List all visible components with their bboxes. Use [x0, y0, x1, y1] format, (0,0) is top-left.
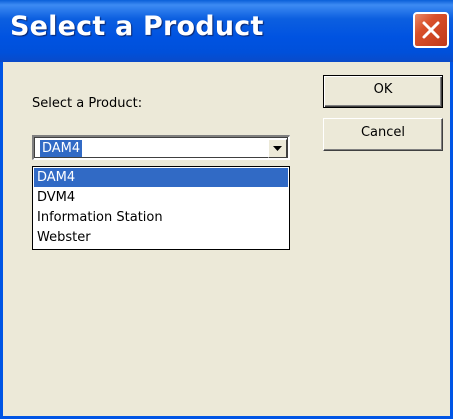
combobox-dropdown-button[interactable] [268, 139, 287, 158]
window-title: Select a Product [10, 11, 264, 42]
list-item-information-station[interactable]: Information Station [34, 208, 288, 227]
close-x-icon [422, 21, 440, 39]
dialog-window: Select a Product Select a Product: DAM4 … [0, 0, 453, 419]
list-item-webster[interactable]: Webster [34, 228, 288, 247]
product-dropdown-list[interactable]: DAM4 DVM4 Information Station Webster [32, 166, 290, 250]
combobox-value[interactable]: DAM4 [40, 140, 83, 157]
product-combobox[interactable]: DAM4 [32, 135, 290, 160]
close-button[interactable] [413, 12, 449, 48]
title-bar[interactable]: Select a Product [0, 0, 453, 62]
list-item-dvm4[interactable]: DVM4 [34, 188, 288, 207]
ok-button[interactable]: OK [323, 75, 443, 108]
cancel-button[interactable]: Cancel [323, 118, 443, 151]
chevron-down-icon [273, 146, 282, 151]
product-label: Select a Product: [32, 96, 143, 111]
list-item-dam4[interactable]: DAM4 [34, 168, 288, 187]
